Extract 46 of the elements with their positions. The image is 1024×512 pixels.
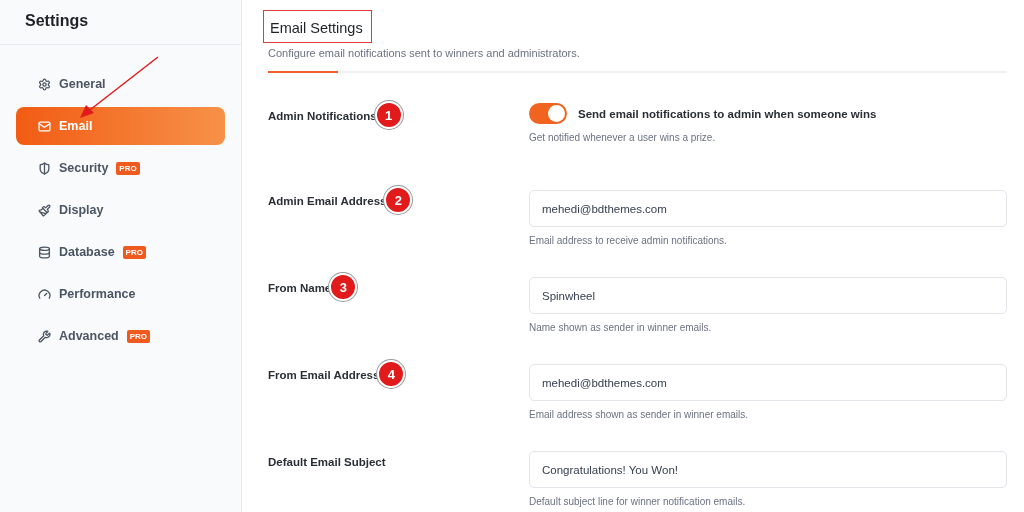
pro-badge: PRO [122,245,146,259]
help-text: Email address to receive admin notifications. [529,235,728,246]
help-text: Default subject line for winner notification emails. [529,496,747,507]
input-field[interactable]: mehedi@bdthemes.com [529,364,1007,401]
pro-badge: PRO [116,161,140,175]
item-label: Performance [59,287,136,301]
sidebar-item[interactable]: Advanced PRO [16,317,225,355]
field-label: From Name [268,281,332,296]
gauge-icon [38,287,51,301]
sidebar-item[interactable]: Performance [16,275,225,313]
input-field[interactable]: Spinwheel [529,277,1007,314]
step-marker: 1 [374,101,403,129]
database-icon [38,245,51,259]
step-marker: 2 [384,186,413,214]
input-field[interactable]: Congratulations! You Won! [529,451,1007,488]
page-title: Email Settings [263,10,372,43]
item-label: Security [59,161,109,175]
wrench-icon [38,329,51,343]
field-label: Admin Notifications [268,109,377,124]
shield-icon [38,161,51,175]
item-label: Display [59,203,104,217]
sidebar-item[interactable]: Database PRO [16,233,225,271]
pro-badge: PRO [126,329,151,343]
gear-icon [38,77,51,91]
field-label: Admin Email Address [268,194,387,209]
envelope-icon [38,119,51,133]
sidebar-item[interactable]: Security PRO [16,149,225,187]
item-label: Email [59,119,93,133]
sidebar-item[interactable]: General [16,65,225,103]
sidebar-item[interactable]: Display [16,191,225,229]
sidebar-title: Settings [0,0,241,45]
help-text: Get notified whenever a user wins a prize. [529,132,717,143]
item-label: Advanced [59,329,119,343]
help-text: Email address shown as sender in winner emails. [529,409,749,420]
brush-icon [38,203,51,217]
item-label: General [59,77,106,91]
field-label: From Email Address [268,368,380,383]
toggle-switch[interactable] [529,103,567,124]
step-marker: 4 [377,360,406,388]
toggle-label: Send email notifications to admin when someone wins [578,107,877,120]
page-subtitle: Configure email notifications sent to winners and administrators. [268,47,581,59]
input-field[interactable]: mehedi@bdthemes.com [529,190,1007,227]
step-marker: 3 [329,273,358,301]
field-label: Default Email Subject [268,455,386,470]
item-label: Database [59,245,115,259]
help-text: Name shown as sender in winner emails. [529,322,713,333]
